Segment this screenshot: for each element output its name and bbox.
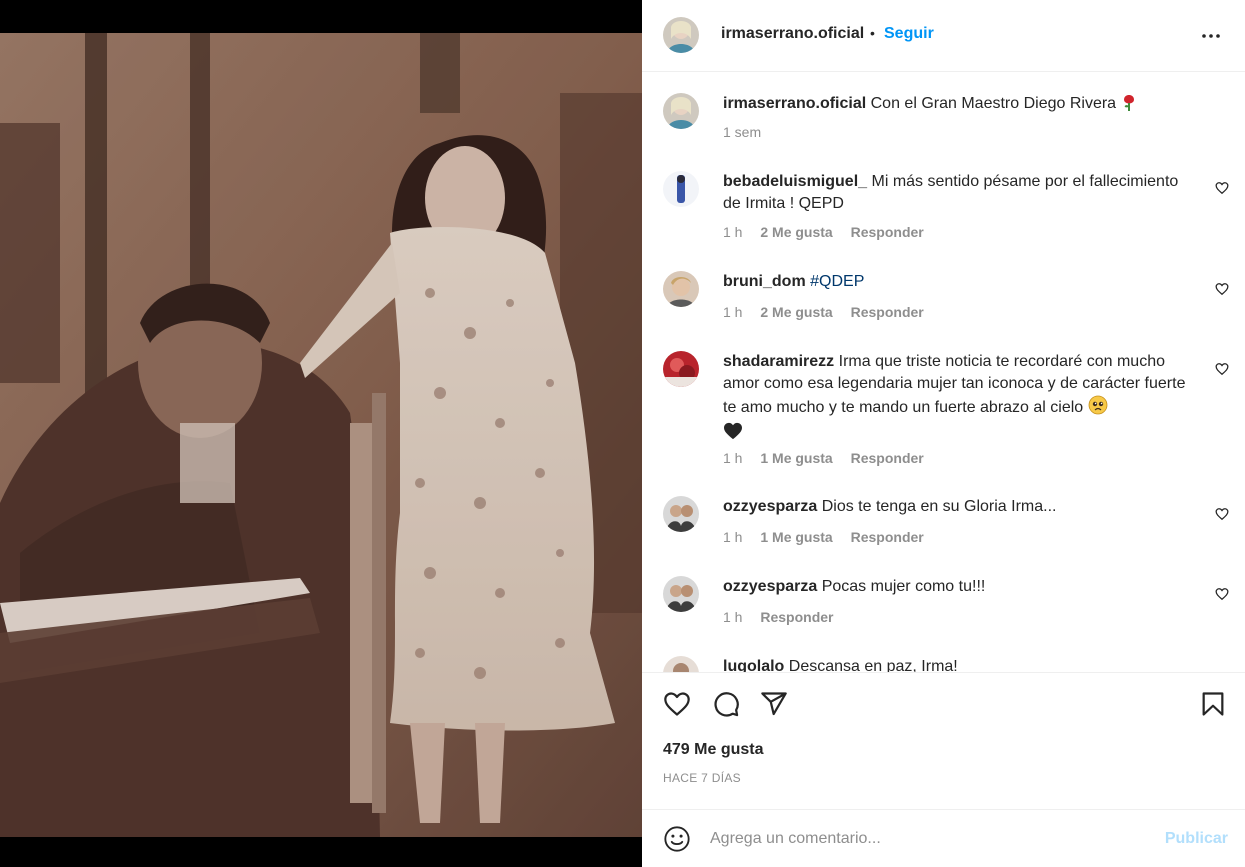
save-icon[interactable] [1199, 690, 1227, 718]
comment-like-heart-icon[interactable] [1215, 282, 1229, 296]
heart-icon[interactable] [663, 690, 691, 718]
comment-like-heart-icon[interactable] [1215, 587, 1229, 601]
comment-like-heart-icon[interactable] [1215, 507, 1229, 521]
caption-meta: 1 sem [723, 124, 775, 140]
commenter-avatar[interactable] [663, 496, 699, 532]
comment-like-heart-icon[interactable] [1215, 181, 1229, 195]
like-count[interactable]: 479 Me gusta [663, 741, 763, 759]
post-photo[interactable] [0, 33, 642, 837]
caption-text: irmaserrano.oficial Con el Gran Maestro … [723, 93, 1193, 118]
comment-likes[interactable]: 1 Me gusta [760, 529, 832, 545]
comment-body: Pocas mujer como tu!!! [817, 578, 986, 595]
comment-username[interactable]: ozzyesparza [723, 498, 817, 515]
comment-meta: 1 h Responder [723, 609, 847, 625]
comment-time[interactable]: 1 h [723, 529, 742, 545]
comment-body: Dios te tenga en su Gloria Irma... [817, 498, 1057, 515]
reply-button[interactable]: Responder [851, 304, 924, 320]
caption-time[interactable]: 1 sem [723, 124, 761, 140]
comment-text: lugolalo Descansa en paz, Irma! [723, 656, 1193, 672]
comment-username[interactable]: bruni_dom [723, 273, 806, 290]
comment-likes[interactable]: 2 Me gusta [760, 224, 832, 240]
comment-username[interactable]: shadaramirezz [723, 353, 834, 370]
commenter-avatar[interactable] [663, 171, 699, 207]
comment-username[interactable]: bebadeluismiguel_ [723, 173, 867, 190]
follow-button[interactable]: Seguir [884, 25, 934, 43]
rose-emoji [1121, 93, 1137, 118]
commenter-avatar[interactable] [663, 576, 699, 612]
hashtag-link[interactable]: #QDEP [810, 273, 864, 290]
comment-text: ozzyesparza Pocas mujer como tu!!! [723, 576, 1193, 598]
post-dialog: irmaserrano.oficial • Seguir irmaserrano… [0, 0, 1245, 867]
commenter-avatar[interactable] [663, 271, 699, 307]
comment-likes[interactable]: 1 Me gusta [760, 450, 832, 466]
black-heart-emoji [723, 422, 743, 447]
post-header: irmaserrano.oficial • Seguir [642, 0, 1245, 72]
share-icon[interactable] [760, 690, 788, 718]
header-separator: • [870, 25, 875, 41]
comment-time[interactable]: 1 h [723, 304, 742, 320]
comment-username[interactable]: ozzyesparza [723, 578, 817, 595]
comment-meta: 1 h 2 Me gusta Responder [723, 224, 938, 240]
comment-time[interactable]: 1 h [723, 224, 742, 240]
reply-button[interactable]: Responder [760, 609, 833, 625]
reply-button[interactable]: Responder [851, 224, 924, 240]
commenter-avatar[interactable] [663, 656, 699, 672]
more-options-icon[interactable] [1199, 24, 1223, 48]
comment-body: Descansa en paz, Irma! [784, 658, 958, 672]
post-timestamp[interactable]: HACE 7 DÍAS [663, 771, 741, 785]
publish-button[interactable]: Publicar [1165, 830, 1228, 848]
comment-icon[interactable] [712, 690, 740, 718]
reply-button[interactable]: Responder [851, 450, 924, 466]
comment-meta: 1 h 1 Me gusta Responder [723, 450, 938, 466]
commenter-avatar[interactable] [663, 351, 699, 387]
comment-composer: Publicar [642, 809, 1245, 867]
comment-text: shadaramirezz Irma que triste noticia te… [723, 351, 1193, 447]
author-username[interactable]: irmaserrano.oficial [721, 25, 864, 43]
caption-username[interactable]: irmaserrano.oficial [723, 95, 866, 112]
emoji-icon[interactable] [663, 825, 691, 853]
pleading-emoji [1088, 395, 1108, 422]
author-avatar[interactable] [663, 17, 699, 53]
comment-username[interactable]: lugolalo [723, 658, 784, 672]
comment-text: bruni_dom #QDEP [723, 271, 1193, 293]
comment-time[interactable]: 1 h [723, 609, 742, 625]
comment-meta: 1 h 1 Me gusta Responder [723, 529, 938, 545]
comment-input[interactable] [710, 826, 1150, 852]
comment-meta: 1 h 2 Me gusta Responder [723, 304, 938, 320]
comment-like-heart-icon[interactable] [1215, 362, 1229, 376]
comments-list[interactable]: irmaserrano.oficial Con el Gran Maestro … [642, 72, 1245, 672]
comment-text: bebadeluismiguel_ Mi más sentido pésame … [723, 171, 1193, 215]
post-media [0, 0, 642, 867]
post-sidebar: irmaserrano.oficial • Seguir irmaserrano… [642, 0, 1245, 867]
caption-avatar[interactable] [663, 93, 699, 129]
post-actions: 479 Me gusta HACE 7 DÍAS [642, 672, 1245, 797]
comment-text: ozzyesparza Dios te tenga en su Gloria I… [723, 496, 1193, 518]
reply-button[interactable]: Responder [851, 529, 924, 545]
comment-time[interactable]: 1 h [723, 450, 742, 466]
caption-body: Con el Gran Maestro Diego Rivera [870, 95, 1117, 112]
comment-likes[interactable]: 2 Me gusta [760, 304, 832, 320]
